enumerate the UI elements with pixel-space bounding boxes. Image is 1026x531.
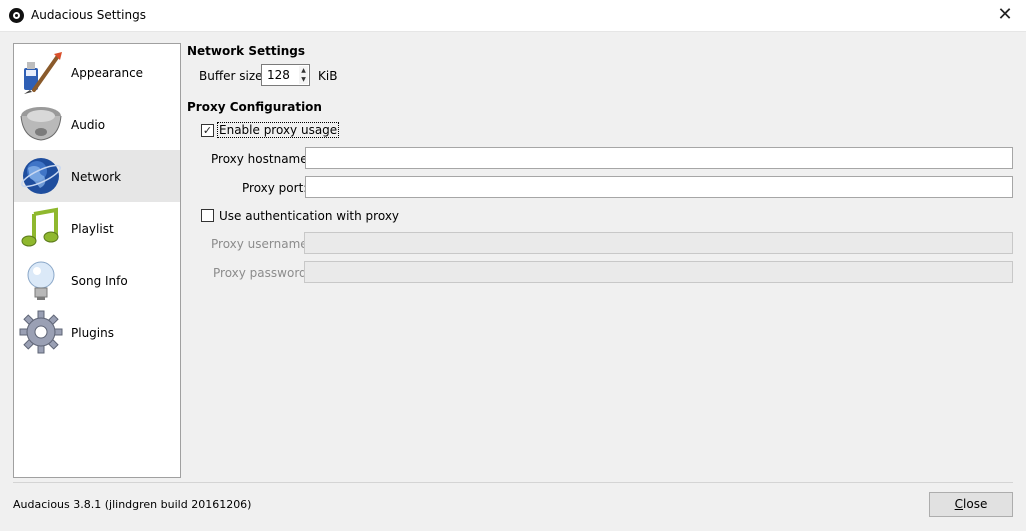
globe-icon (21, 158, 61, 194)
sidebar-item-label: Network (71, 170, 122, 184)
gear-icon (19, 310, 63, 354)
enable-proxy-label: Enable proxy usage (219, 123, 338, 137)
sidebar-item-label: Plugins (71, 326, 114, 340)
proxy-password-label: Proxy password: (213, 266, 311, 280)
close-button[interactable]: Close (929, 492, 1013, 517)
speaker-icon (20, 107, 62, 141)
sidebar-item-network[interactable]: Network (14, 150, 180, 202)
proxy-hostname-input[interactable] (305, 147, 1013, 169)
proxy-port-input[interactable] (305, 176, 1013, 198)
lightbulb-icon (27, 261, 55, 300)
paintbrush-icon (24, 52, 62, 94)
footer-separator (13, 482, 1013, 483)
proxy-port-label: Proxy port: (242, 181, 308, 195)
sidebar-item-plugins[interactable]: Plugins (14, 306, 180, 358)
proxy-username-label: Proxy username: (211, 237, 312, 251)
sidebar-item-audio[interactable]: Audio (14, 98, 180, 150)
music-note-icon (21, 207, 59, 247)
version-text: Audacious 3.8.1 (jlindgren build 2016120… (13, 498, 252, 511)
sidebar-item-appearance[interactable]: Appearance (14, 46, 180, 98)
sidebar-item-label: Appearance (71, 66, 144, 80)
proxy-username-input[interactable] (304, 232, 1013, 254)
proxy-auth-label: Use authentication with proxy (219, 209, 400, 223)
proxy-auth-checkbox[interactable] (201, 209, 214, 222)
spin-down-icon[interactable]: ▼ (299, 75, 308, 84)
buffer-size-value: 128 (267, 68, 290, 82)
proxy-configuration-heading: Proxy Configuration (187, 100, 322, 114)
buffer-size-label: Buffer size: (199, 69, 267, 83)
title-bar: Audacious Settings ✕ (0, 0, 1026, 32)
sidebar-item-playlist[interactable]: Playlist (14, 202, 180, 254)
buffer-size-stepper: ▲ ▼ (299, 66, 308, 84)
window-close-icon[interactable]: ✕ (994, 4, 1016, 26)
enable-proxy-checkbox[interactable]: ✓ (201, 124, 214, 137)
sidebar-item-label: Song Info (71, 274, 128, 288)
sidebar-item-label: Playlist (71, 222, 114, 236)
audacious-logo-icon (9, 8, 24, 23)
settings-category-list: Appearance Audio Network Playlist Song I… (13, 43, 181, 478)
proxy-password-input[interactable] (304, 261, 1013, 283)
proxy-hostname-label: Proxy hostname: (211, 152, 312, 166)
window-title: Audacious Settings (31, 8, 146, 22)
sidebar-item-song-info[interactable]: Song Info (14, 254, 180, 306)
buffer-unit-label: KiB (318, 69, 338, 83)
network-settings-heading: Network Settings (187, 44, 305, 58)
enable-proxy-label-wrap[interactable]: Enable proxy usage (217, 122, 340, 138)
close-button-label: Close (954, 497, 988, 511)
buffer-size-spinbox[interactable]: 128 ▲ ▼ (261, 64, 310, 86)
sidebar-item-label: Audio (71, 118, 106, 132)
